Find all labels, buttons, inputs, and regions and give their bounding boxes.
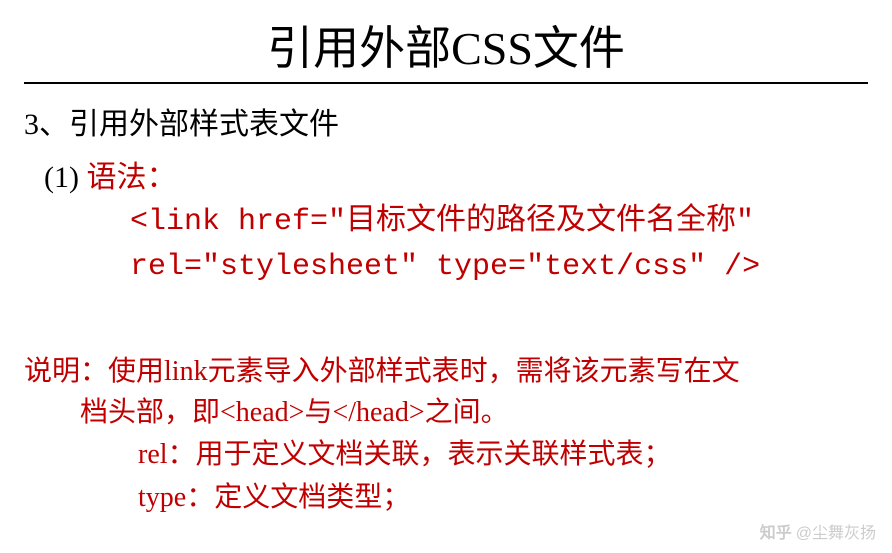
subsection-label: 语法： [86, 161, 176, 194]
desc-line-3: rel：用于定义文档关联，表示关联样式表； [24, 435, 868, 476]
description-block: 说明：使用link元素导入外部样式表时，需将该元素写在文 档头部，即<head>… [24, 352, 868, 518]
code-line-1: <link href="目标文件的路径及文件名全称" [130, 200, 868, 245]
content-area: 3、引用外部样式表文件 (1) 语法： <link href="目标文件的路径及… [0, 92, 892, 518]
desc-line-1: 说明：使用link元素导入外部样式表时，需将该元素写在文 [24, 352, 868, 393]
code-line-2: rel="stylesheet" type="text/css" /> [130, 245, 868, 290]
watermark-username: @尘舞灰扬 [796, 519, 876, 543]
desc-label: 说明： [24, 356, 108, 387]
page-title: 引用外部CSS文件 [267, 12, 625, 78]
zhihu-brand-icon: 知乎 [760, 519, 792, 543]
subsection-number: (1) [44, 161, 86, 194]
desc-line-2: 档头部，即<head>与</head>之间。 [24, 393, 868, 434]
title-underline [24, 82, 868, 84]
desc-text-1: 使用link元素导入外部样式表时，需将该元素写在文 [108, 356, 740, 387]
subsection-heading: (1) 语法： [24, 152, 868, 196]
desc-line-4: type：定义文档类型； [24, 478, 868, 519]
title-section: 引用外部CSS文件 [0, 0, 892, 92]
section-heading: 3、引用外部样式表文件 [24, 104, 868, 146]
code-example: <link href="目标文件的路径及文件名全称" rel="styleshe… [24, 200, 868, 290]
watermark: 知乎 @尘舞灰扬 [760, 519, 876, 543]
